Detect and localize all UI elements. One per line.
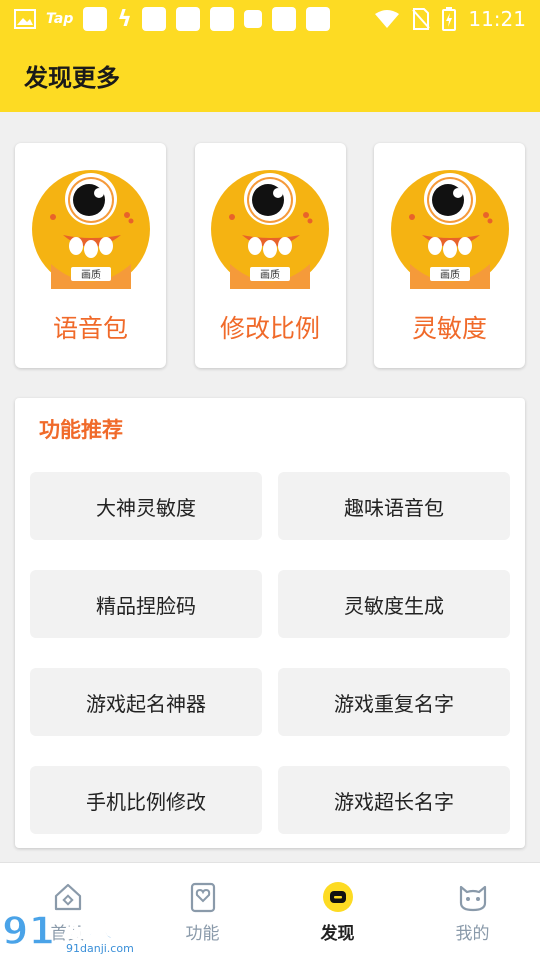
mascot-badge-text: 画质 [440, 269, 460, 281]
notification-icon [271, 7, 296, 31]
page-title: 发现更多 [24, 63, 120, 92]
mascot-icon: 画质 [31, 170, 150, 289]
mascot-badge-text: 画质 [260, 269, 280, 281]
watermark-url: 91danji.com [66, 942, 134, 955]
card-label: 灵敏度 [411, 314, 487, 343]
card-modify-ratio[interactable]: 画质 修改比例 [194, 143, 346, 368]
recommend-button[interactable]: 大神灵敏度 [30, 472, 262, 540]
notification-icon [243, 10, 262, 28]
watermark-number: 91 [2, 909, 55, 953]
status-time: 11:21 [468, 7, 526, 31]
recommend-panel: 功能推荐 大神灵敏度 趣味语音包 精品捏脸码 灵敏度生成 游戏起名神器 游戏重复… [15, 398, 525, 848]
gallery-icon [14, 9, 36, 29]
recommend-grid: 大神灵敏度 趣味语音包 精品捏脸码 灵敏度生成 游戏起名神器 游戏重复名字 手机… [30, 472, 510, 834]
recommend-button[interactable]: 手机比例修改 [30, 766, 262, 834]
card-label: 修改比例 [219, 314, 320, 343]
recommend-button[interactable]: 游戏重复名字 [278, 668, 510, 736]
mascot-icon: 画质 [211, 170, 329, 289]
nav-label: 功能 [185, 924, 220, 944]
watermark-text: 游戏 [62, 913, 114, 943]
card-sensitivity[interactable]: 画质 灵敏度 [374, 143, 525, 368]
mascot-badge-text: 画质 [81, 269, 101, 281]
status-left-icons: Tap ϟ [14, 7, 330, 32]
recommend-button[interactable]: 灵敏度生成 [278, 570, 510, 638]
watermark-logo: 91 游戏 91danji.com [1, 908, 134, 955]
recommend-title: 功能推荐 [39, 418, 123, 442]
cat-face-icon [459, 885, 486, 912]
nav-item-discover[interactable]: 发现 [270, 863, 405, 960]
recommend-button[interactable]: 趣味语音包 [278, 472, 510, 540]
card-voice-pack[interactable]: 画质 语音包 [15, 143, 166, 368]
recommend-button[interactable]: 游戏超长名字 [278, 766, 510, 834]
no-sim-icon [412, 8, 431, 30]
tap-app-icon: Tap [46, 11, 74, 27]
mascot-icon: 画质 [390, 170, 509, 289]
recommend-button[interactable]: 精品捏脸码 [30, 570, 262, 638]
nav-label: 我的 [455, 924, 490, 944]
page-header: 发现更多 [0, 38, 540, 112]
card-label: 语音包 [52, 314, 128, 343]
status-bar: Tap ϟ 11:21 [0, 0, 540, 38]
notification-icon [305, 7, 330, 31]
notification-icon [83, 7, 108, 31]
wifi-icon [375, 10, 400, 28]
flash-icon: ϟ [117, 6, 132, 32]
heart-tablet-icon [190, 882, 215, 913]
recommend-button[interactable]: 游戏起名神器 [30, 668, 262, 736]
notification-icon [141, 7, 166, 31]
notification-icon [209, 7, 234, 31]
nav-item-mine[interactable]: 我的 [405, 863, 540, 960]
battery-charging-icon [442, 7, 457, 31]
discover-icon [322, 882, 353, 912]
top-feature-cards: 画质 语音包 画质 修改比例 画质 灵敏度 [15, 143, 525, 368]
nav-label: 发现 [320, 924, 355, 944]
status-right-icons: 11:21 [374, 7, 526, 31]
nav-item-features[interactable]: 功能 [135, 863, 270, 960]
notification-icon [175, 7, 200, 31]
